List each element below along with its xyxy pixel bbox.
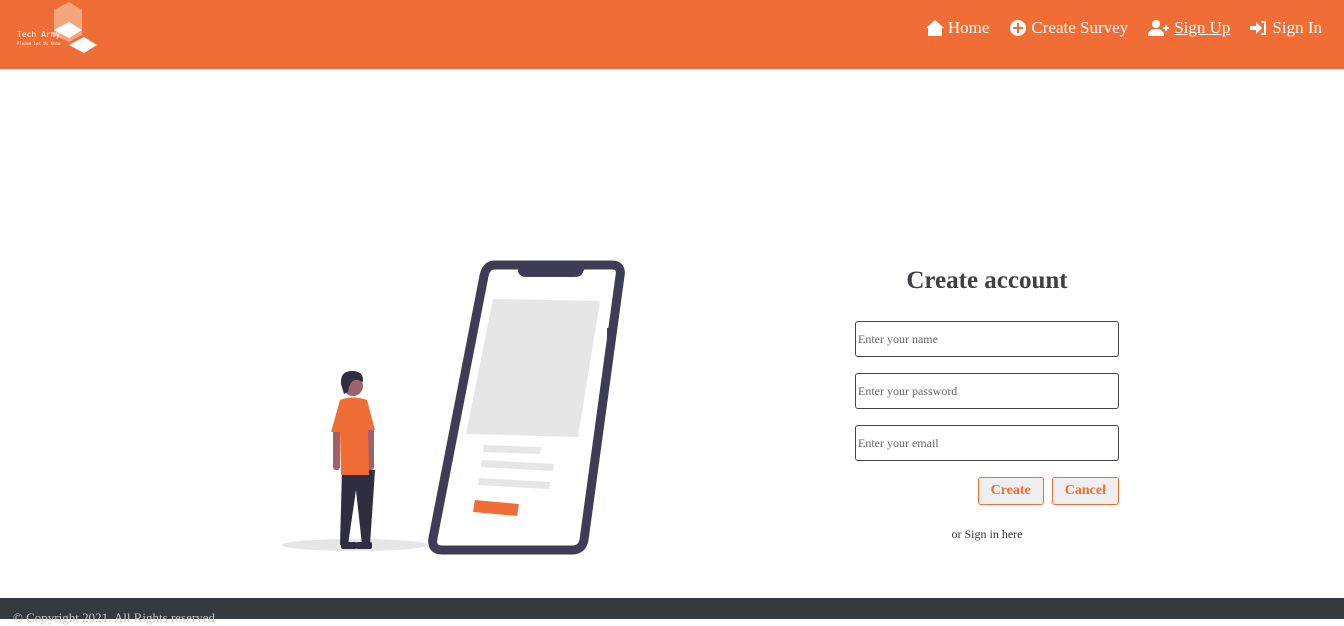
cancel-button[interactable]: Cancel bbox=[1051, 477, 1119, 505]
navbar: Tech Army Please Let Us Know Home Create… bbox=[0, 0, 1344, 69]
nav-label: Create Survey bbox=[1031, 18, 1129, 37]
svg-text:Please Let Us Know: Please Let Us Know bbox=[17, 41, 61, 46]
name-input[interactable] bbox=[855, 321, 1119, 357]
copyright-text: © Copyright 2021. All Rights reserved bbox=[13, 610, 215, 625]
nav-label: Sign Up bbox=[1174, 18, 1231, 37]
plus-circle-icon bbox=[1010, 20, 1027, 36]
nav-label: Home bbox=[947, 18, 990, 37]
signup-illustration bbox=[282, 260, 625, 555]
form-title: Create account bbox=[906, 267, 1068, 294]
footer: © Copyright 2021. All Rights reserved bbox=[0, 598, 1344, 625]
email-input[interactable] bbox=[855, 425, 1119, 461]
password-input[interactable] bbox=[855, 373, 1119, 409]
sign-in-link[interactable]: or Sign in here bbox=[855, 527, 1119, 542]
nav-label: Sign In bbox=[1272, 18, 1322, 37]
create-account-form: Create account Create Cancel or Sign in … bbox=[855, 265, 1119, 542]
nav-home[interactable]: Home bbox=[925, 18, 990, 38]
nav-sign-in[interactable]: Sign In bbox=[1250, 18, 1322, 38]
svg-text:Tech Army: Tech Army bbox=[17, 30, 61, 39]
user-plus-icon bbox=[1148, 20, 1170, 36]
nav-create-survey[interactable]: Create Survey bbox=[1009, 18, 1128, 38]
home-icon bbox=[925, 20, 944, 36]
tech-army-logo[interactable]: Tech Army Please Let Us Know bbox=[14, 0, 104, 60]
nav-sign-up[interactable]: Sign Up bbox=[1148, 18, 1230, 38]
create-button[interactable]: Create bbox=[977, 477, 1044, 505]
sign-in-icon bbox=[1250, 21, 1267, 35]
